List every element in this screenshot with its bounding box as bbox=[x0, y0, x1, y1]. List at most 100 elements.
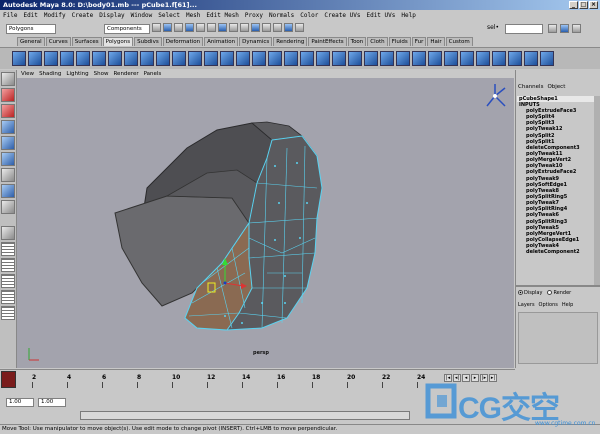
ipr-render-icon[interactable] bbox=[284, 23, 293, 32]
snap-point-icon[interactable] bbox=[240, 23, 249, 32]
menu-edit-mesh[interactable]: Edit Mesh bbox=[206, 11, 239, 20]
shelf-tool-icon[interactable] bbox=[412, 51, 426, 66]
move-tool-icon[interactable] bbox=[1, 120, 15, 134]
range-bar[interactable] bbox=[80, 411, 410, 420]
menu-modify[interactable]: Modify bbox=[44, 11, 66, 20]
current-time-field[interactable]: 1.00 bbox=[38, 398, 66, 407]
shelf-tool-icon[interactable] bbox=[332, 51, 346, 66]
layout-four-icon[interactable] bbox=[1, 242, 15, 256]
close-icon[interactable]: × bbox=[589, 1, 598, 9]
menu-display[interactable]: Display bbox=[99, 11, 124, 20]
shelf-tool-icon[interactable] bbox=[284, 51, 298, 66]
shelf-tool-icon[interactable] bbox=[60, 51, 74, 66]
shelf-tool-icon[interactable] bbox=[348, 51, 362, 66]
snap-view-icon[interactable] bbox=[251, 23, 260, 32]
layout-single-icon[interactable] bbox=[1, 226, 15, 240]
attribute-editor-icon[interactable] bbox=[548, 24, 557, 33]
shelf-tool-icon[interactable] bbox=[476, 51, 490, 66]
input-node[interactable]: deleteComponent2 bbox=[517, 249, 600, 255]
tab-subdivs[interactable]: Subdivs bbox=[134, 37, 162, 46]
minimize-icon[interactable]: _ bbox=[569, 1, 578, 9]
maximize-icon[interactable]: □ bbox=[579, 1, 588, 9]
menu-edit[interactable]: Edit bbox=[23, 11, 37, 20]
menu-select[interactable]: Select bbox=[158, 11, 180, 20]
tab-toon[interactable]: Toon bbox=[347, 37, 367, 46]
shelf-tool-icon[interactable] bbox=[252, 51, 266, 66]
shelf-tool-icon[interactable] bbox=[156, 51, 170, 66]
channel-box-scrollbar[interactable] bbox=[594, 96, 600, 286]
render-radio[interactable]: Render bbox=[547, 290, 571, 296]
shelf-tool-icon[interactable] bbox=[396, 51, 410, 66]
select-tool-icon[interactable] bbox=[1, 72, 15, 86]
panel-menu-shading[interactable]: Shading bbox=[39, 70, 61, 78]
view-axis-icon[interactable] bbox=[486, 84, 506, 107]
menu-help[interactable]: Help bbox=[401, 11, 415, 20]
shelf-tool-icon[interactable] bbox=[300, 51, 314, 66]
tab-fluids[interactable]: Fluids bbox=[388, 37, 411, 46]
shelf-tool-icon[interactable] bbox=[172, 51, 186, 66]
last-tool-icon[interactable] bbox=[1, 184, 15, 198]
shelf-tool-icon[interactable] bbox=[508, 51, 522, 66]
shelf-tool-icon[interactable] bbox=[460, 51, 474, 66]
history-icon[interactable] bbox=[262, 23, 271, 32]
options-menu[interactable]: Options bbox=[539, 302, 558, 308]
channels-menu[interactable]: Channels bbox=[518, 83, 543, 92]
object-menu[interactable]: Object bbox=[547, 83, 565, 92]
layers-help-menu[interactable]: Help bbox=[562, 302, 573, 308]
render-icon[interactable] bbox=[273, 23, 282, 32]
panel-menu-renderer[interactable]: Renderer bbox=[113, 70, 138, 78]
face-mask-icon[interactable] bbox=[185, 23, 194, 32]
vertex-mask-icon[interactable] bbox=[163, 23, 172, 32]
shelf-tool-icon[interactable] bbox=[492, 51, 506, 66]
menu-mesh[interactable]: Mesh bbox=[186, 11, 200, 20]
split-tool-icon[interactable] bbox=[1, 200, 15, 214]
menu-edit-uvs[interactable]: Edit UVs bbox=[366, 11, 395, 20]
shelf-tool-icon[interactable] bbox=[220, 51, 234, 66]
shelf-tool-icon[interactable] bbox=[188, 51, 202, 66]
shelf-tool-icon[interactable] bbox=[268, 51, 282, 66]
shelf-tool-icon[interactable] bbox=[12, 51, 26, 66]
layer-editor[interactable] bbox=[518, 312, 598, 364]
tab-surfaces[interactable]: Surfaces bbox=[71, 37, 102, 46]
tab-curves[interactable]: Curves bbox=[45, 37, 71, 46]
lasso-tool-icon[interactable] bbox=[1, 88, 15, 102]
shelf-tool-icon[interactable] bbox=[364, 51, 378, 66]
shelf-tool-icon[interactable] bbox=[28, 51, 42, 66]
scale-tool-icon[interactable] bbox=[1, 152, 15, 166]
shelf-tool-icon[interactable] bbox=[44, 51, 58, 66]
tab-fur[interactable]: Fur bbox=[411, 37, 427, 46]
paint-tool-icon[interactable] bbox=[1, 104, 15, 118]
selection-mask-icon[interactable] bbox=[152, 23, 161, 32]
shelf-tool-icon[interactable] bbox=[124, 51, 138, 66]
lock-selection-icon[interactable] bbox=[207, 23, 216, 32]
shelf-tool-icon[interactable] bbox=[204, 51, 218, 66]
layout-hypershade-icon[interactable] bbox=[1, 306, 15, 320]
channel-layer-divider[interactable] bbox=[516, 285, 600, 287]
shelf-tool-icon[interactable] bbox=[236, 51, 250, 66]
shelf-tool-icon[interactable] bbox=[316, 51, 330, 66]
tool-settings-icon[interactable] bbox=[560, 24, 569, 33]
shelf-tool-icon[interactable] bbox=[524, 51, 538, 66]
shelf-tool-icon[interactable] bbox=[380, 51, 394, 66]
layout-outliner-icon[interactable] bbox=[1, 274, 15, 288]
shelf-tool-icon[interactable] bbox=[108, 51, 122, 66]
manipulator-tool-icon[interactable] bbox=[1, 168, 15, 182]
uv-mask-icon[interactable] bbox=[196, 23, 205, 32]
menu-set-dropdown[interactable]: Polygons bbox=[6, 24, 56, 34]
menu-create-uvs[interactable]: Create UVs bbox=[324, 11, 360, 20]
tab-general[interactable]: General bbox=[17, 37, 45, 46]
tab-rendering[interactable]: Rendering bbox=[273, 37, 308, 46]
select-mode-dropdown[interactable]: Components bbox=[104, 24, 150, 34]
tab-cloth[interactable]: Cloth bbox=[367, 37, 388, 46]
shelf-tool-icon[interactable] bbox=[444, 51, 458, 66]
channel-box-icon[interactable] bbox=[572, 24, 581, 33]
tab-animation[interactable]: Animation bbox=[204, 37, 239, 46]
edge-mask-icon[interactable] bbox=[174, 23, 183, 32]
start-time-field[interactable]: 1.00 bbox=[6, 398, 34, 407]
menu-normals[interactable]: Normals bbox=[269, 11, 294, 20]
tab-hair[interactable]: Hair bbox=[427, 37, 445, 46]
shelf-tool-icon[interactable] bbox=[76, 51, 90, 66]
tab-deformation[interactable]: Deformation bbox=[162, 37, 204, 46]
shelf-tool-icon[interactable] bbox=[428, 51, 442, 66]
menu-file[interactable]: File bbox=[3, 11, 17, 20]
